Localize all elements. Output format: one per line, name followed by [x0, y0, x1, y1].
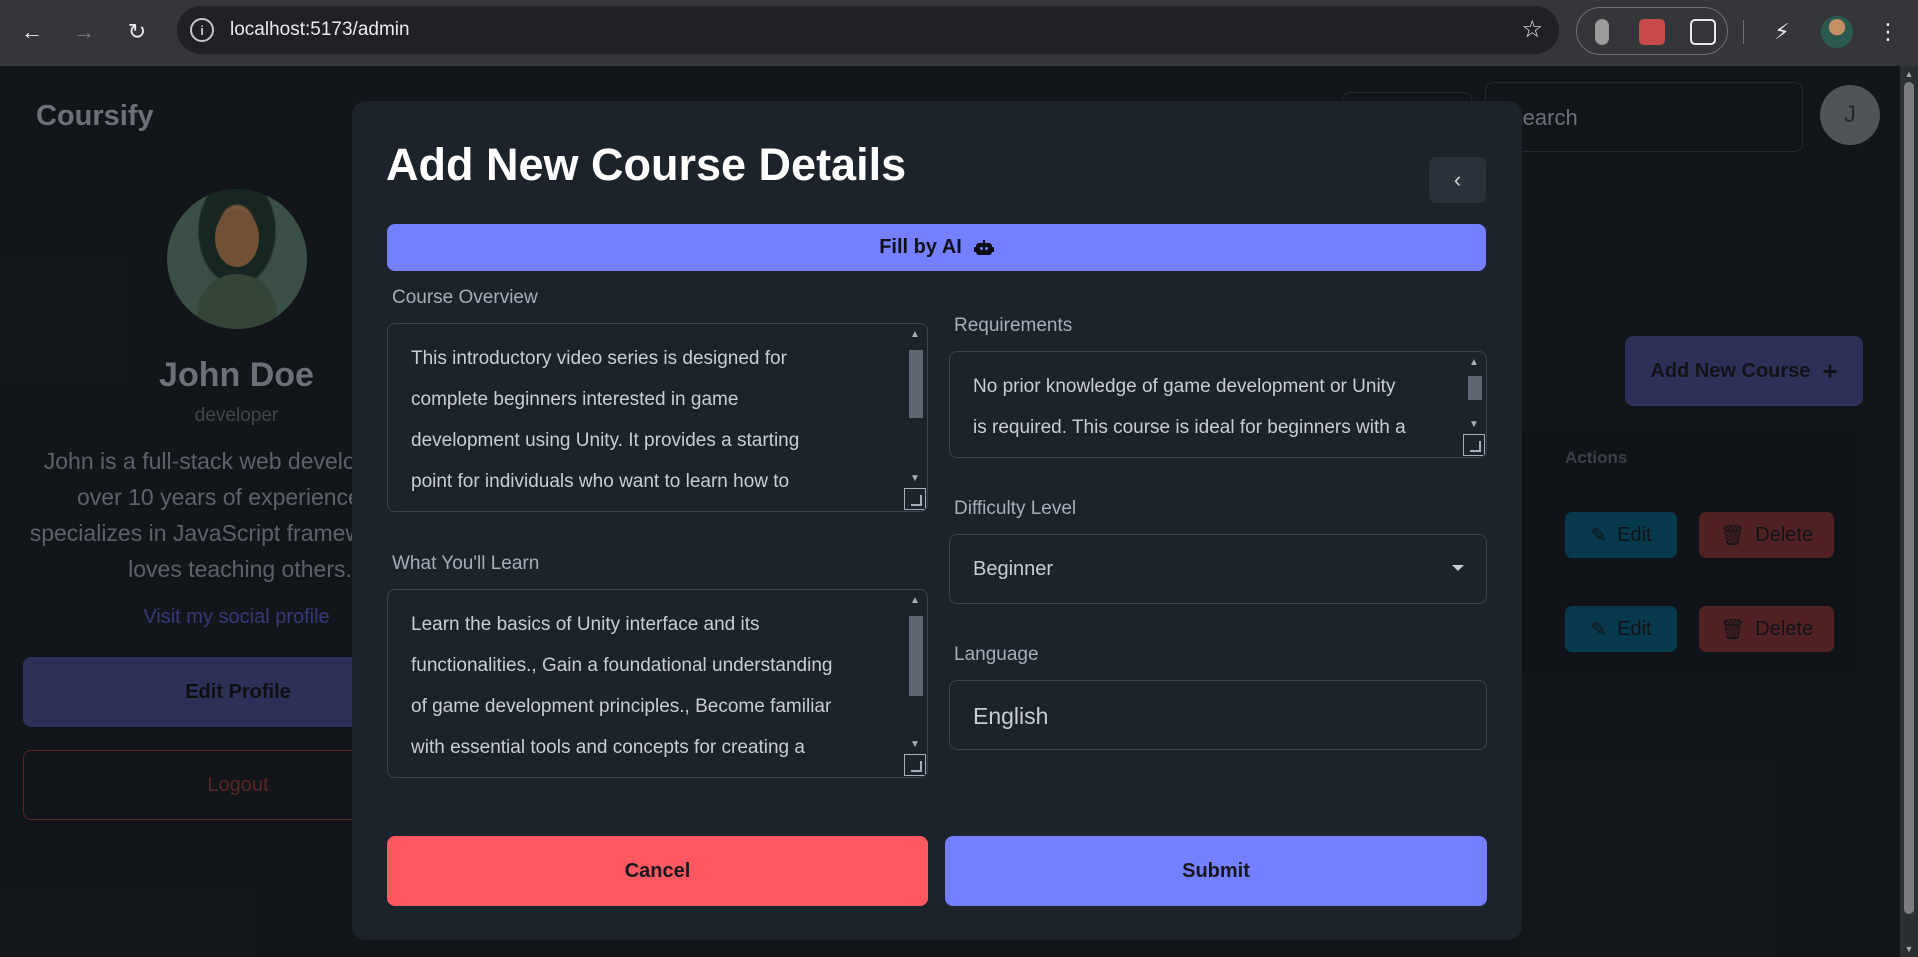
difficulty-level-label: Difficulty Level — [954, 498, 1077, 519]
scroll-down-icon[interactable]: ▼ — [1904, 944, 1914, 954]
address-bar[interactable]: i localhost:5173/admin ☆ — [177, 6, 1559, 54]
resize-handle[interactable] — [904, 488, 926, 510]
difficulty-level-select[interactable]: Beginner — [949, 534, 1487, 604]
scroll-up-icon[interactable]: ▲ — [910, 595, 920, 606]
requirements-textarea[interactable]: No prior knowledge of game development o… — [949, 351, 1487, 458]
modal-title: Add New Course Details — [386, 139, 907, 190]
course-overview-textarea[interactable]: This introductory video series is design… — [387, 323, 928, 512]
language-value: English — [973, 703, 1049, 729]
scroll-up-icon[interactable]: ▲ — [1904, 69, 1914, 79]
requirements-text: No prior knowledge of game development o… — [973, 376, 1406, 438]
scroll-up-icon[interactable]: ▲ — [1469, 357, 1479, 368]
fill-ai-label: Fill by AI — [879, 236, 962, 258]
reload-icon[interactable]: ↻ — [120, 15, 154, 49]
resize-handle[interactable] — [1463, 434, 1485, 456]
back-icon[interactable]: ← — [15, 15, 49, 49]
cancel-button[interactable]: Cancel — [387, 836, 928, 906]
textarea-scrollbar[interactable]: ▲ ▼ — [904, 325, 926, 510]
add-course-details-modal: Add New Course Details ‹ Fill by AI Cour… — [352, 101, 1522, 940]
scroll-up-icon[interactable]: ▲ — [910, 329, 920, 340]
course-overview-text: This introductory video series is design… — [411, 348, 800, 492]
scroll-down-icon[interactable]: ▼ — [1469, 419, 1479, 430]
scrollbar-thumb[interactable] — [1468, 376, 1482, 400]
scrollbar-thumb[interactable] — [1904, 82, 1914, 914]
scroll-down-icon[interactable]: ▼ — [910, 473, 920, 484]
browser-toolbar: ← → ↻ i localhost:5173/admin ☆ ⚡ ⋮ — [0, 0, 1918, 66]
submit-button[interactable]: Submit — [945, 836, 1487, 906]
what-youll-learn-textarea[interactable]: Learn the basics of Unity interface and … — [387, 589, 928, 778]
language-label: Language — [954, 644, 1039, 665]
difficulty-value: Beginner — [973, 558, 1054, 580]
browser-profile-avatar[interactable] — [1821, 16, 1853, 48]
robot-icon — [973, 239, 994, 256]
what-youll-learn-text: Learn the basics of Unity interface and … — [411, 614, 833, 758]
site-info-icon[interactable]: i — [190, 18, 214, 42]
back-button[interactable]: ‹ — [1429, 157, 1486, 203]
language-input[interactable]: English — [949, 680, 1487, 750]
what-youll-learn-label: What You'll Learn — [392, 553, 540, 574]
forward-icon[interactable]: → — [67, 15, 101, 49]
course-overview-label: Course Overview — [392, 287, 538, 308]
requirements-label: Requirements — [954, 315, 1073, 336]
toolbar-divider — [1743, 20, 1744, 44]
extension-icon[interactable] — [1639, 19, 1665, 45]
extensions-group — [1576, 7, 1728, 55]
textarea-scrollbar[interactable]: ▲ ▼ — [904, 591, 926, 776]
menu-kebab-icon[interactable]: ⋮ — [1873, 17, 1903, 47]
caret-down-icon — [1452, 565, 1464, 571]
performance-icon[interactable]: ⚡ — [1767, 17, 1797, 47]
resize-handle[interactable] — [904, 754, 926, 776]
scrollbar-thumb[interactable] — [909, 616, 923, 696]
fill-by-ai-button[interactable]: Fill by AI — [387, 224, 1486, 271]
url-text[interactable]: localhost:5173/admin — [230, 19, 410, 41]
puzzle-icon[interactable] — [1690, 19, 1716, 45]
extension-icon[interactable] — [1595, 19, 1609, 45]
bookmark-star-icon[interactable]: ☆ — [1521, 15, 1543, 44]
scrollbar-thumb[interactable] — [909, 350, 923, 418]
page-scrollbar[interactable]: ▲ ▼ — [1900, 66, 1918, 957]
chevron-left-icon: ‹ — [1453, 167, 1462, 192]
scroll-down-icon[interactable]: ▼ — [910, 739, 920, 750]
